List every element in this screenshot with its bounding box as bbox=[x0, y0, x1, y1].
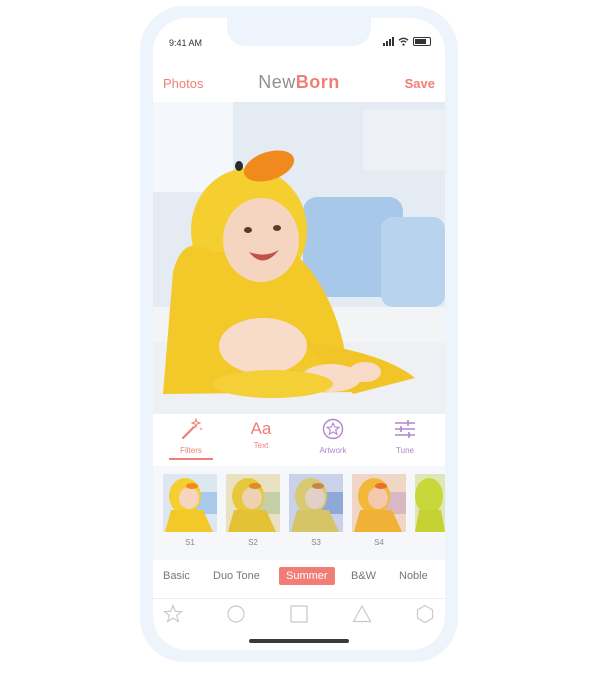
baby-photo bbox=[153, 102, 445, 414]
text-aa-icon: Aa bbox=[250, 419, 272, 438]
star-circle-icon bbox=[322, 418, 344, 440]
filter-preview-s1 bbox=[163, 474, 217, 532]
tab-filters[interactable]: Filters bbox=[161, 417, 221, 460]
signal-icon bbox=[383, 37, 394, 46]
category-basic[interactable]: Basic bbox=[163, 570, 190, 582]
navbar: Photos NewBorn Save bbox=[153, 70, 445, 96]
save-button[interactable]: Save bbox=[405, 76, 435, 91]
home-indicator[interactable] bbox=[249, 639, 349, 643]
logo-text-born: Born bbox=[295, 72, 340, 92]
category-duo-tone[interactable]: Duo Tone bbox=[213, 570, 260, 582]
filter-preview-s3 bbox=[289, 474, 343, 532]
filter-thumb-s5[interactable] bbox=[415, 474, 445, 532]
filter-categories: Basic Duo Tone Summer B&W Noble bbox=[153, 566, 445, 592]
circle-shape-icon[interactable] bbox=[226, 604, 246, 624]
tab-active-underline bbox=[169, 458, 213, 460]
app-screen: 9:41 AM Photos NewBorn Save Filters Aa T… bbox=[153, 18, 445, 650]
filter-strip: S1 S2 S3 S4 bbox=[153, 466, 445, 560]
status-time: 9:41 AM bbox=[169, 38, 203, 48]
filter-preview-s5 bbox=[415, 474, 445, 532]
filter-label-s2: S2 bbox=[248, 538, 258, 547]
category-bw[interactable]: B&W bbox=[351, 570, 376, 582]
editor-tabs: Filters Aa Text Artwork Tune bbox=[153, 417, 445, 466]
logo-text-new: New bbox=[258, 72, 296, 92]
shape-toolbar bbox=[153, 604, 445, 628]
tab-text[interactable]: Aa Text bbox=[231, 418, 291, 450]
tab-artwork-label: Artwork bbox=[319, 446, 347, 455]
app-logo: NewBorn bbox=[153, 72, 445, 93]
triangle-shape-icon[interactable] bbox=[352, 604, 372, 624]
filter-preview-s4 bbox=[352, 474, 406, 532]
filter-preview-s2 bbox=[226, 474, 280, 532]
star-shape-icon[interactable] bbox=[163, 604, 183, 624]
divider bbox=[153, 598, 445, 599]
filter-thumb-s1[interactable] bbox=[163, 474, 217, 532]
wifi-icon bbox=[398, 37, 409, 46]
tab-filters-label: Filters bbox=[180, 446, 202, 455]
filter-thumb-s3[interactable] bbox=[289, 474, 343, 532]
filter-label-s3: S3 bbox=[311, 538, 321, 547]
phone-frame: 9:41 AM Photos NewBorn Save Filters Aa T… bbox=[140, 6, 458, 662]
square-shape-icon[interactable] bbox=[289, 604, 309, 624]
magic-wand-icon bbox=[181, 417, 203, 440]
photo-preview[interactable] bbox=[153, 102, 445, 414]
status-icons bbox=[383, 37, 431, 46]
filter-label-s1: S1 bbox=[185, 538, 195, 547]
phone-notch bbox=[227, 18, 371, 46]
tab-tune[interactable]: Tune bbox=[375, 418, 435, 455]
category-summer[interactable]: Summer bbox=[279, 567, 335, 585]
filter-label-s4: S4 bbox=[374, 538, 384, 547]
tab-text-label: Text bbox=[253, 441, 269, 450]
tab-artwork[interactable]: Artwork bbox=[303, 418, 363, 455]
hexagon-shape-icon[interactable] bbox=[415, 604, 435, 624]
category-noble[interactable]: Noble bbox=[399, 570, 428, 582]
tab-tune-label: Tune bbox=[396, 446, 414, 455]
filter-thumb-s2[interactable] bbox=[226, 474, 280, 532]
filter-thumb-s4[interactable] bbox=[352, 474, 406, 532]
sliders-icon bbox=[395, 420, 415, 438]
battery-icon bbox=[413, 37, 431, 46]
